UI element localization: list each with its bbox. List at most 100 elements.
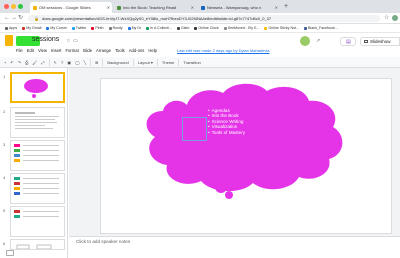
bookmark-favicon-icon (176, 26, 180, 30)
menu-format[interactable]: Format (65, 48, 78, 53)
profile-avatar[interactable] (392, 15, 398, 21)
background-button[interactable]: Background (107, 60, 128, 65)
agenda-list[interactable]: Agendas Into the Book Science Writing Vi… (208, 108, 245, 135)
print-icon[interactable]: ⎙ (25, 60, 28, 65)
shape-icon[interactable]: ◯ (75, 60, 79, 65)
menu-tools[interactable]: Tools (115, 48, 125, 53)
new-slide-button[interactable]: + (4, 60, 6, 65)
url-input[interactable]: 🔒 docs.google.com/presentation/d/1S-hnVy… (28, 15, 380, 22)
site-favicon-icon (117, 5, 121, 10)
close-tab-icon[interactable]: ✕ (275, 5, 278, 10)
bookmark-item[interactable]: Online Clock (194, 26, 219, 30)
present-button[interactable]: Slideshow (360, 37, 400, 46)
slides-logo-icon[interactable] (5, 35, 13, 46)
activity-icon[interactable]: ↗ (316, 38, 320, 44)
line-icon[interactable]: ╲ (84, 60, 86, 65)
bookmark-item[interactable]: Gisfo (176, 26, 190, 30)
bookmark-favicon-icon (194, 26, 198, 30)
toolbar-divider (102, 58, 104, 66)
forward-icon[interactable]: → (11, 15, 17, 22)
minimize-window-icon[interactable] (11, 4, 16, 9)
slide-thumbnail[interactable] (10, 107, 65, 138)
speaker-notes-placeholder[interactable]: Click to add speaker notes (76, 239, 130, 244)
bookmark-item[interactable]: Pinth (91, 26, 104, 30)
bookmark-item[interactable]: Blank_Facebook... (304, 26, 338, 30)
browser-tab-active[interactable]: OM sessions - Google Slides ✕ (30, 2, 112, 13)
bookmark-item[interactable]: My Dr (127, 26, 142, 30)
menu-arrange[interactable]: Arrange (96, 48, 111, 53)
avatar[interactable] (300, 36, 310, 46)
bookmark-label: Apps (9, 26, 18, 30)
bookmark-favicon-icon (71, 26, 75, 30)
star-icon[interactable]: ☆ (384, 15, 389, 22)
slide-thumbnail[interactable] (10, 239, 65, 250)
bookmark-label: My Dr (131, 26, 142, 30)
bookmark-favicon-icon (264, 26, 268, 30)
comment-add-icon[interactable]: ⊞ (95, 60, 98, 65)
slide-thumbnail[interactable] (10, 173, 65, 204)
layout-button[interactable]: Layout ▾ (138, 60, 153, 65)
star-icon[interactable]: ☆ (66, 38, 70, 44)
thought-cloud-shape[interactable] (101, 79, 393, 235)
slide-thumbnail[interactable] (10, 206, 65, 237)
text-box-icon[interactable]: T (61, 60, 63, 65)
present-icon (364, 40, 368, 43)
bookmark-item[interactable]: My Gmail (22, 26, 41, 30)
bookmark-item[interactable]: Twitter (71, 26, 86, 30)
slide-number: 6 (3, 241, 6, 246)
thumbnail-content (14, 177, 59, 195)
menu-add-ons[interactable]: Add-ons (129, 48, 145, 53)
bookmarks-bar: Apps My Gmail My Comm Twitter Pinth Rosi… (0, 24, 400, 33)
bookmark-label: Gisfo (180, 26, 190, 30)
slide-number: 3 (3, 142, 6, 147)
current-slide[interactable] (100, 78, 392, 234)
back-icon[interactable]: ← (4, 15, 10, 22)
bookmark-item[interactable]: Online Sticky Not... (264, 26, 299, 30)
agenda-item: Tools of Mastery (208, 130, 245, 135)
close-tab-icon[interactable]: ✕ (191, 5, 194, 10)
reload-icon[interactable]: ↻ (18, 15, 23, 22)
menu-view[interactable]: View (38, 48, 47, 53)
toolbar-divider (48, 58, 50, 66)
image-icon[interactable]: ▣ (67, 60, 71, 65)
close-window-icon[interactable] (4, 4, 9, 9)
menu-file[interactable]: File (16, 48, 23, 53)
maximize-window-icon[interactable] (18, 4, 23, 9)
last-edit-link[interactable]: Last edit was made 2 days ago by Dylan M… (177, 48, 270, 53)
bookmark-item[interactable]: In A Collecti... (146, 26, 172, 30)
slide-thumbnail-selected[interactable] (10, 72, 65, 103)
redo-icon[interactable]: ↷ (18, 60, 21, 65)
toolbar-divider (132, 58, 134, 66)
menu-slide[interactable]: Slide (83, 48, 92, 53)
select-icon[interactable]: ↖ (54, 60, 57, 65)
bookmark-item[interactable]: SeeMoved - Ely E... (223, 26, 259, 30)
thumbnail-content (16, 244, 52, 249)
menu-help[interactable]: Help (148, 48, 157, 53)
bookmark-item[interactable]: Apps (5, 26, 17, 30)
close-tab-icon[interactable]: ✕ (107, 5, 110, 10)
cloud-bubble (215, 181, 227, 193)
browser-tab[interactable]: Newsela - Wampanoag, who n ✕ (198, 2, 280, 13)
document-title[interactable]: sessions (32, 36, 59, 43)
slide-number: 5 (3, 208, 6, 213)
selection-box[interactable] (182, 117, 207, 141)
bookmark-favicon-icon (223, 26, 227, 30)
menu-edit[interactable]: Edit (27, 48, 34, 53)
menu-insert[interactable]: Insert (51, 48, 61, 53)
slide-thumbnail[interactable] (10, 140, 65, 171)
transition-button[interactable]: Transition (183, 60, 200, 65)
new-tab-button[interactable]: + (284, 2, 288, 11)
lock-icon: 🔒 (34, 16, 39, 21)
bookmark-item[interactable]: Rosity (108, 26, 123, 30)
undo-icon[interactable]: ↶ (10, 60, 13, 65)
move-folder-icon[interactable]: ▭ (73, 38, 78, 44)
paint-format-icon[interactable]: 🖌 (32, 60, 37, 65)
browser-tab[interactable]: Into the Book: Teaching Readi ✕ (114, 2, 196, 13)
present-label: Slideshow (370, 39, 391, 44)
slides-favicon-icon (33, 5, 37, 10)
theme-button[interactable]: Theme (162, 60, 174, 65)
zoom-icon[interactable]: ⤢ (41, 60, 44, 65)
grid-view-button[interactable] (6, 250, 14, 256)
bookmark-item[interactable]: My Comm (46, 26, 67, 30)
comments-button[interactable]: ▤ (340, 37, 356, 46)
